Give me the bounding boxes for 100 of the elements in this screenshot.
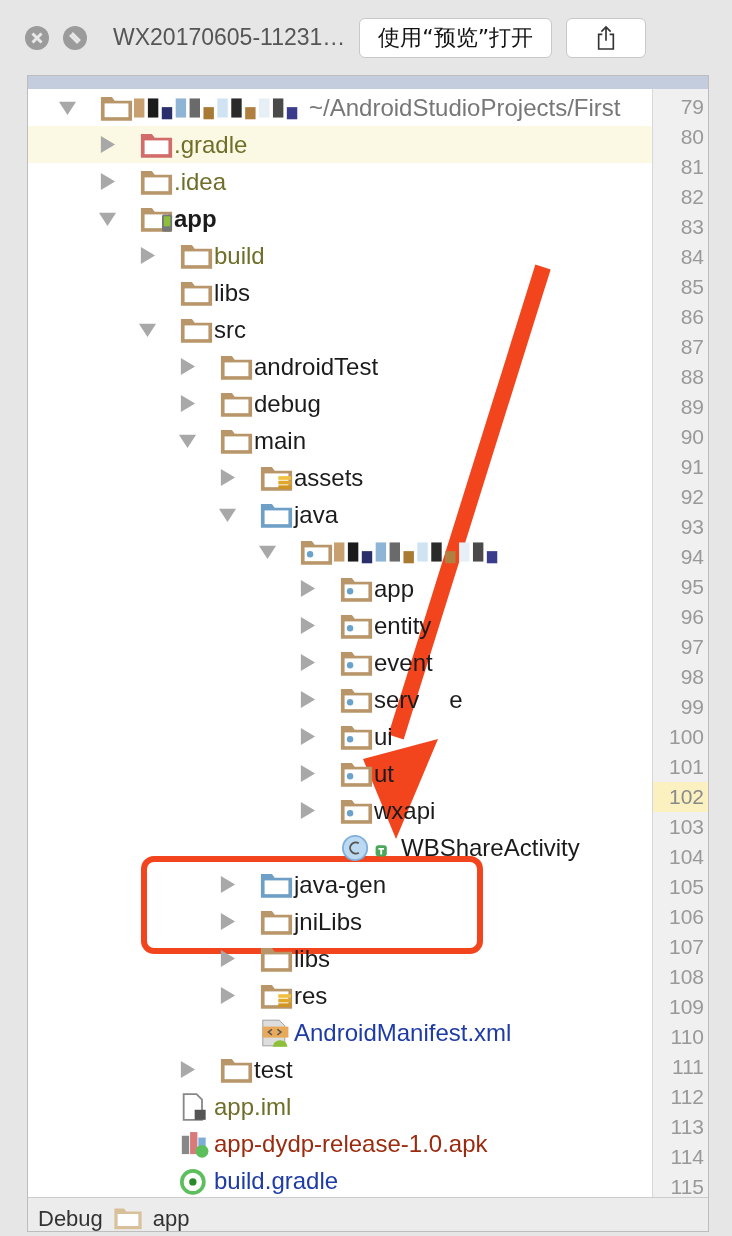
- tree-item-label: app.iml: [214, 1092, 292, 1121]
- line-number: 83: [679, 214, 705, 240]
- line-number: 85: [679, 274, 705, 300]
- line-number: 107: [667, 934, 705, 960]
- tree-row[interactable]: app: [28, 200, 653, 237]
- tree-item-label: assets: [294, 463, 364, 492]
- tree-row[interactable]: test: [28, 1051, 653, 1088]
- line-number: 97: [679, 634, 705, 660]
- tree-item-label: debug: [254, 389, 321, 418]
- collapsed-arrow-icon[interactable]: [298, 727, 317, 746]
- line-number: 94: [679, 544, 705, 570]
- tree-row[interactable]: app-dydp-release-1.0.apk: [28, 1125, 653, 1162]
- tree-row[interactable]: java: [28, 496, 653, 533]
- close-icon[interactable]: [25, 25, 49, 50]
- tree-item-label: java-gen: [294, 870, 387, 899]
- full-screen-icon[interactable]: [63, 25, 87, 50]
- line-number: 114: [669, 1144, 705, 1170]
- tree-row[interactable]: ui: [28, 718, 653, 755]
- tree-row[interactable]: WBShareActivity: [28, 829, 653, 866]
- collapsed-arrow-icon[interactable]: [298, 653, 317, 672]
- tree-row[interactable]: debug: [28, 385, 653, 422]
- line-number: 100: [667, 724, 705, 750]
- collapsed-arrow-icon[interactable]: [218, 949, 237, 968]
- tree-row[interactable]: src: [28, 311, 653, 348]
- collapsed-arrow-icon[interactable]: [298, 579, 317, 598]
- tree-row[interactable]: java-gen: [28, 866, 653, 903]
- line-number: 82: [679, 184, 705, 210]
- tree-row-highlighted[interactable]: .gradle: [28, 126, 653, 163]
- tree-row[interactable]: res: [28, 977, 653, 1014]
- tree-row[interactable]: libs: [28, 274, 653, 311]
- tree-row[interactable]: build: [28, 237, 653, 274]
- line-number: 99: [679, 694, 705, 720]
- tree-row[interactable]: assets: [28, 459, 653, 496]
- tree-item-label: app: [374, 574, 415, 603]
- tree-item-label: main: [254, 426, 307, 455]
- line-number: 86: [679, 304, 705, 330]
- line-number: 98: [679, 664, 705, 690]
- line-number: 113: [669, 1114, 705, 1140]
- breadcrumb[interactable]: app: [152, 1206, 190, 1231]
- collapsed-arrow-icon[interactable]: [138, 246, 157, 265]
- tree-row[interactable]: build.gradle: [28, 1162, 653, 1197]
- tree-row[interactable]: ut: [28, 755, 653, 792]
- collapsed-arrow-icon[interactable]: [98, 135, 117, 154]
- line-number: 93: [679, 514, 705, 540]
- tree-row[interactable]: jniLibs: [28, 903, 653, 940]
- collapsed-arrow-icon[interactable]: [218, 912, 237, 931]
- tree-row[interactable]: .idea: [28, 163, 653, 200]
- tree-item-label: java: [294, 500, 339, 529]
- tree-row[interactable]: app.iml: [28, 1088, 653, 1125]
- line-number: 88: [679, 364, 705, 390]
- collapsed-arrow-icon[interactable]: [218, 875, 237, 894]
- line-number: 81: [679, 154, 705, 180]
- window-title: WX20170605-11231…: [113, 24, 346, 51]
- tree-row[interactable]: ~/AndroidStudioProjects/First: [28, 89, 653, 126]
- tree-item-label: src: [214, 315, 246, 344]
- breadcrumb[interactable]: Debug: [38, 1206, 103, 1231]
- collapsed-arrow-icon[interactable]: [178, 1060, 197, 1079]
- line-number: 115: [669, 1174, 705, 1200]
- tree-item-label: WBShareActivity: [401, 833, 580, 862]
- line-number: 92: [679, 484, 705, 510]
- line-number: 96: [679, 604, 705, 630]
- collapsed-arrow-icon[interactable]: [298, 690, 317, 709]
- line-number: 108: [667, 964, 705, 990]
- tree-item-label: ui: [374, 722, 393, 751]
- tree-row[interactable]: androidTest: [28, 348, 653, 385]
- tree-row[interactable]: app: [28, 570, 653, 607]
- collapsed-arrow-icon[interactable]: [218, 986, 237, 1005]
- line-number: 79: [679, 94, 705, 120]
- tree-item-label: androidTest: [254, 352, 379, 381]
- tree-row[interactable]: main: [28, 422, 653, 459]
- line-number: 101: [667, 754, 705, 780]
- collapsed-arrow-icon[interactable]: [178, 394, 197, 413]
- tree-item-label: e: [449, 685, 463, 714]
- tree-item-label: AndroidManifest.xml: [294, 1018, 512, 1047]
- tree-item-label: .gradle: [174, 130, 248, 159]
- line-number: 111: [671, 1054, 705, 1080]
- tree-item-label: app: [174, 204, 217, 233]
- collapsed-arrow-icon[interactable]: [178, 357, 197, 376]
- tree-item-label: build: [214, 241, 265, 270]
- collapsed-arrow-icon[interactable]: [298, 764, 317, 783]
- tree-item-label: jniLibs: [294, 907, 363, 936]
- tree-item-label: .idea: [174, 167, 227, 196]
- collapsed-arrow-icon[interactable]: [298, 616, 317, 635]
- line-number: 90: [679, 424, 705, 450]
- collapsed-arrow-icon[interactable]: [218, 468, 237, 487]
- line-number: 84: [679, 244, 705, 270]
- tree-item-label: test: [254, 1055, 293, 1084]
- line-number: 106: [667, 904, 705, 930]
- line-number: 109: [667, 994, 705, 1020]
- line-number: 87: [679, 334, 705, 360]
- share-button[interactable]: [566, 17, 647, 58]
- line-number: 80: [679, 124, 705, 150]
- tree-row[interactable]: AndroidManifest.xml: [28, 1014, 653, 1051]
- tree-item-label: res: [294, 981, 328, 1010]
- collapsed-arrow-icon[interactable]: [298, 801, 317, 820]
- folder-icon: [112, 1206, 143, 1230]
- line-number: 104: [667, 844, 705, 870]
- open-with-preview-button[interactable]: 使用“预览”打开: [359, 17, 553, 58]
- line-number: 112: [669, 1084, 705, 1110]
- collapsed-arrow-icon[interactable]: [98, 172, 117, 191]
